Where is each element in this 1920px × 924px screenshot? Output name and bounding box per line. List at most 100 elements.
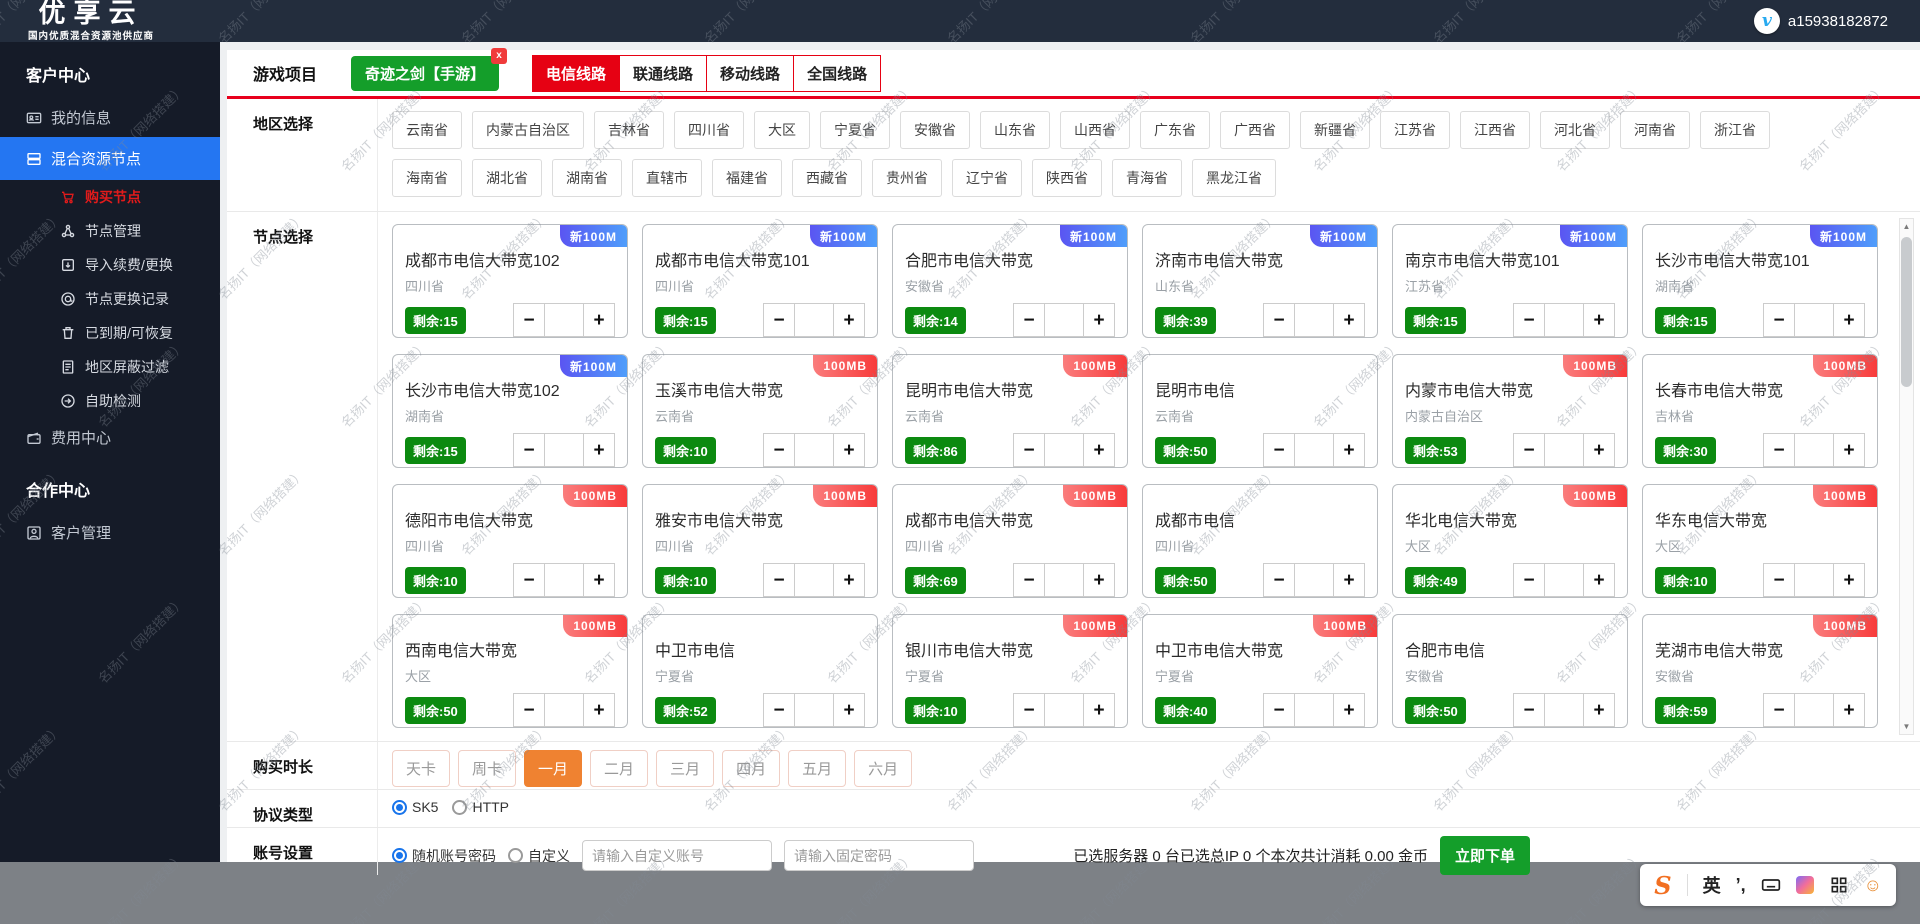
province-button[interactable]: 山东省 <box>980 111 1050 149</box>
custom-username-input[interactable] <box>582 840 772 871</box>
minus-button[interactable]: − <box>1764 434 1794 466</box>
lang-english-indicator[interactable]: 英 <box>1703 872 1721 898</box>
province-button[interactable]: 安徽省 <box>900 111 970 149</box>
plus-button[interactable]: + <box>1834 434 1864 466</box>
plus-button[interactable]: + <box>834 434 864 466</box>
province-button[interactable]: 内蒙古自治区 <box>472 111 584 149</box>
province-button[interactable]: 青海省 <box>1112 159 1182 197</box>
plus-button[interactable]: + <box>1584 434 1614 466</box>
sidebar-item-self-check[interactable]: 自助检测 <box>0 384 220 418</box>
duration-option[interactable]: 周卡 <box>458 750 516 787</box>
node-qty-input[interactable] <box>544 434 584 466</box>
minus-button[interactable]: − <box>1514 304 1544 336</box>
province-button[interactable]: 西藏省 <box>792 159 862 197</box>
node-qty-input[interactable] <box>1044 564 1084 596</box>
minus-button[interactable]: − <box>514 304 544 336</box>
minus-button[interactable]: − <box>764 564 794 596</box>
minus-button[interactable]: − <box>514 694 544 726</box>
sidebar-item-expired-recoverable[interactable]: 已到期/可恢复 <box>0 316 220 350</box>
sidebar-item-node-manage[interactable]: 节点管理 <box>0 214 220 248</box>
plus-button[interactable]: + <box>834 304 864 336</box>
province-button[interactable]: 直辖市 <box>632 159 702 197</box>
minus-button[interactable]: − <box>1264 434 1294 466</box>
province-button[interactable]: 云南省 <box>392 111 462 149</box>
node-qty-input[interactable] <box>544 564 584 596</box>
minus-button[interactable]: − <box>1264 564 1294 596</box>
node-qty-input[interactable] <box>1794 434 1834 466</box>
duration-option[interactable]: 二月 <box>590 750 648 787</box>
minus-button[interactable]: − <box>514 564 544 596</box>
sidebar-item-billing-center[interactable]: 费用中心 <box>0 418 220 457</box>
place-order-button[interactable]: 立即下单 <box>1440 836 1530 875</box>
node-qty-input[interactable] <box>1794 564 1834 596</box>
node-qty-input[interactable] <box>544 304 584 336</box>
duration-option[interactable]: 一月 <box>524 750 582 787</box>
plus-button[interactable]: + <box>1584 564 1614 596</box>
node-qty-input[interactable] <box>1544 304 1584 336</box>
node-qty-input[interactable] <box>1794 694 1834 726</box>
province-button[interactable]: 河南省 <box>1620 111 1690 149</box>
province-button[interactable]: 湖南省 <box>552 159 622 197</box>
account-mode-option[interactable]: 随机账号密码 <box>392 846 496 866</box>
duration-option[interactable]: 五月 <box>788 750 846 787</box>
keyboard-icon[interactable] <box>1761 875 1781 895</box>
province-button[interactable]: 福建省 <box>712 159 782 197</box>
plus-button[interactable]: + <box>1334 304 1364 336</box>
node-qty-input[interactable] <box>1294 694 1334 726</box>
province-button[interactable]: 湖北省 <box>472 159 542 197</box>
province-button[interactable]: 广西省 <box>1220 111 1290 149</box>
province-button[interactable]: 广东省 <box>1140 111 1210 149</box>
plus-button[interactable]: + <box>1084 434 1114 466</box>
scroll-down-arrow[interactable]: ▼ <box>1900 719 1913 734</box>
minus-button[interactable]: − <box>1014 564 1044 596</box>
province-button[interactable]: 辽宁省 <box>952 159 1022 197</box>
node-qty-input[interactable] <box>1544 564 1584 596</box>
plus-button[interactable]: + <box>1334 564 1364 596</box>
plus-button[interactable]: + <box>1584 694 1614 726</box>
minus-button[interactable]: − <box>1764 694 1794 726</box>
node-qty-input[interactable] <box>1294 304 1334 336</box>
node-qty-input[interactable] <box>794 304 834 336</box>
province-button[interactable]: 海南省 <box>392 159 462 197</box>
node-qty-input[interactable] <box>1044 694 1084 726</box>
province-button[interactable]: 山西省 <box>1060 111 1130 149</box>
sogou-icon[interactable]: S <box>1654 871 1671 900</box>
tab-national-line[interactable]: 全国线路 <box>793 55 881 92</box>
minus-button[interactable]: − <box>1764 564 1794 596</box>
protocol-option[interactable]: HTTP <box>452 799 509 815</box>
plus-button[interactable]: + <box>584 694 614 726</box>
plus-button[interactable]: + <box>834 564 864 596</box>
plus-button[interactable]: + <box>1334 694 1364 726</box>
minus-button[interactable]: − <box>1264 304 1294 336</box>
sidebar-item-mixed-resource-node[interactable]: 混合资源节点 <box>0 137 220 180</box>
minus-button[interactable]: − <box>1514 694 1544 726</box>
plus-button[interactable]: + <box>834 694 864 726</box>
duration-option[interactable]: 天卡 <box>392 750 450 787</box>
sidebar-item-my-info[interactable]: 我的信息 <box>0 98 220 137</box>
minus-button[interactable]: − <box>764 434 794 466</box>
plus-button[interactable]: + <box>584 564 614 596</box>
province-button[interactable]: 河北省 <box>1540 111 1610 149</box>
province-button[interactable]: 浙江省 <box>1700 111 1770 149</box>
minus-button[interactable]: − <box>1764 304 1794 336</box>
node-qty-input[interactable] <box>1794 304 1834 336</box>
minus-button[interactable]: − <box>764 694 794 726</box>
minus-button[interactable]: − <box>1514 434 1544 466</box>
duration-option[interactable]: 四月 <box>722 750 780 787</box>
plus-button[interactable]: + <box>1084 694 1114 726</box>
minus-button[interactable]: − <box>514 434 544 466</box>
node-qty-input[interactable] <box>1044 434 1084 466</box>
sidebar-item-region-block-filter[interactable]: 地区屏蔽过滤 <box>0 350 220 384</box>
node-qty-input[interactable] <box>1294 434 1334 466</box>
sidebar-item-customer-manage[interactable]: 客户管理 <box>0 513 220 552</box>
node-qty-input[interactable] <box>1544 694 1584 726</box>
plus-button[interactable]: + <box>1584 304 1614 336</box>
plus-button[interactable]: + <box>584 434 614 466</box>
scroll-up-arrow[interactable]: ▲ <box>1900 219 1913 234</box>
province-button[interactable]: 宁夏省 <box>820 111 890 149</box>
protocol-option[interactable]: SK5 <box>392 799 438 815</box>
province-button[interactable]: 四川省 <box>674 111 744 149</box>
node-qty-input[interactable] <box>794 694 834 726</box>
toolbox-grid-icon[interactable] <box>1829 875 1849 895</box>
node-qty-input[interactable] <box>1294 564 1334 596</box>
